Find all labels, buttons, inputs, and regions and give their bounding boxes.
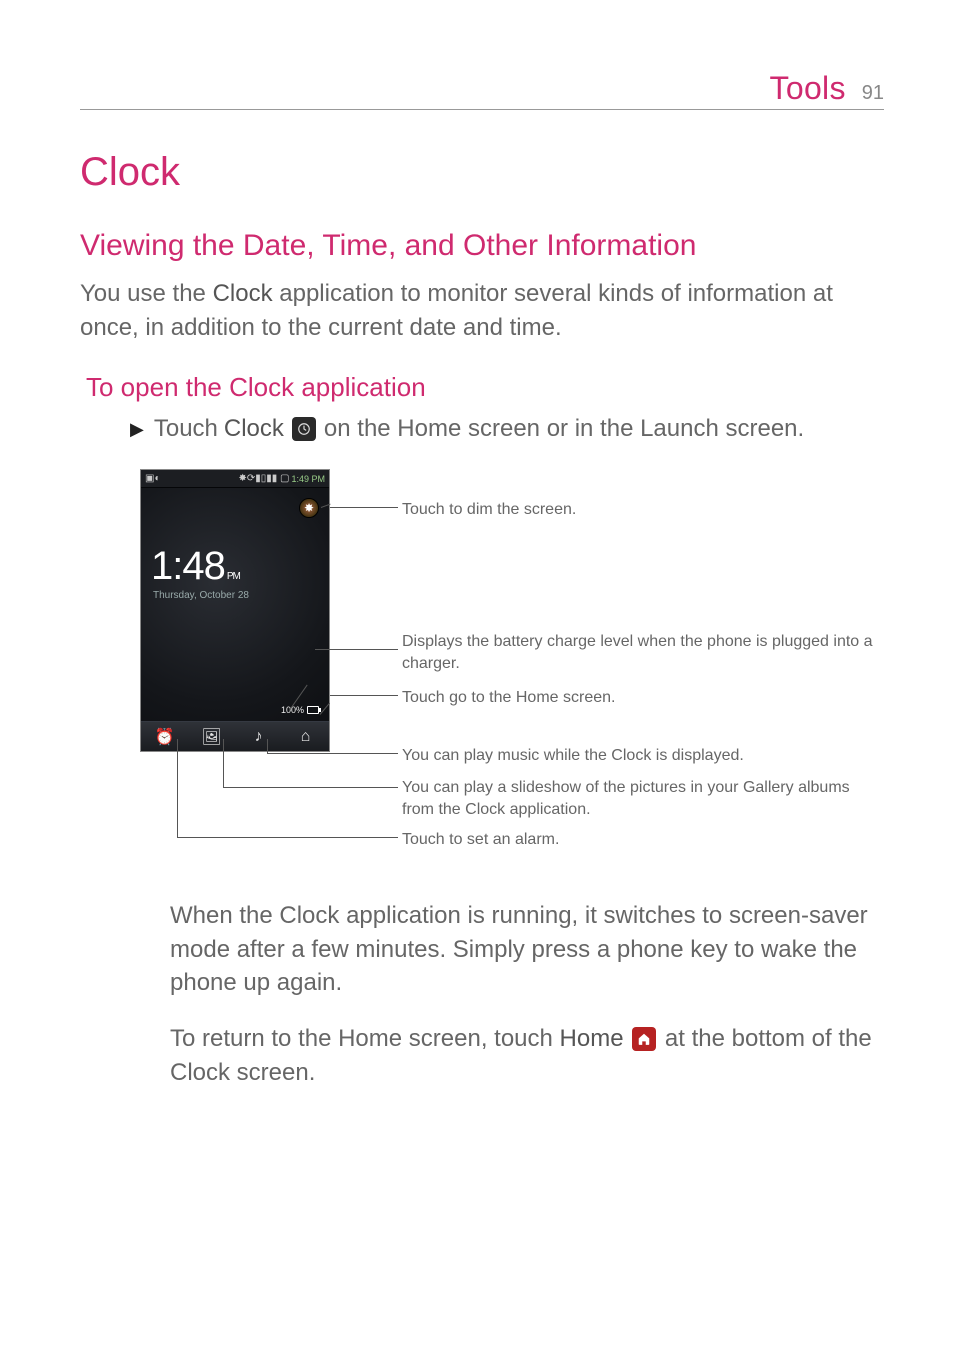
leader-line: [330, 507, 398, 508]
home-icon[interactable]: ⌂: [295, 728, 317, 746]
callout-dim: Touch to dim the screen.: [402, 499, 576, 521]
paragraph-return-home: To return to the Home screen, touch Home…: [170, 1022, 874, 1089]
leader-line: [223, 739, 224, 787]
clock-date: Thursday, October 28: [153, 590, 249, 601]
dim-button[interactable]: ✸: [299, 498, 319, 518]
page-title: Clock: [80, 150, 884, 195]
leader-line: [267, 753, 398, 754]
page-number: 91: [862, 82, 884, 105]
leader-line: [223, 787, 398, 788]
subheading: Viewing the Date, Time, and Other Inform…: [80, 229, 884, 263]
leader-line: [267, 739, 268, 753]
leader-line: [315, 649, 398, 650]
status-right-icons: ✸⟳▮▯▮▮ ▢ 1:49 PM: [238, 473, 325, 484]
para2-a: To return to the Home screen, touch: [170, 1025, 560, 1052]
leader-line: [177, 837, 398, 838]
step-bold-clock: Clock: [224, 415, 284, 443]
callout-alarm: Touch to set an alarm.: [402, 829, 559, 851]
leader-line: [177, 739, 178, 837]
plug-icon: [307, 706, 319, 714]
callout-music: You can play music while the Clock is di…: [402, 745, 744, 767]
clock-time: 1:48PM: [151, 544, 240, 589]
intro-paragraph: You use the Clock application to monitor…: [80, 277, 884, 344]
charge-indicator: 100%: [281, 705, 319, 715]
section-title: Tools: [770, 70, 846, 107]
leader-line: [330, 695, 398, 696]
alarm-icon[interactable]: ⏰: [154, 727, 176, 747]
callout-slideshow: You can play a slideshow of the pictures…: [402, 777, 882, 820]
step-heading: To open the Clock application: [86, 372, 884, 403]
clock-icon: [292, 417, 316, 441]
status-glyphs: ✸⟳▮▯▮▮ ▢: [238, 473, 289, 484]
slideshow-icon[interactable]: 🖼: [201, 727, 223, 747]
callout-battery: Displays the battery charge level when t…: [402, 631, 882, 674]
paragraph-screensaver: When the Clock application is running, i…: [170, 899, 874, 1000]
dock-bar: ⏰ 🖼 ♪ ⌂: [141, 721, 329, 751]
callout-home: Touch go to the Home screen.: [402, 687, 615, 709]
step-row: ▶ Touch Clock on the Home screen or in t…: [130, 415, 884, 443]
clock-bold: Clock: [213, 280, 273, 307]
status-time: 1:49 PM: [291, 474, 325, 484]
status-bar: ▣◐ ✸⟳▮▯▮▮ ▢ 1:49 PM: [141, 470, 329, 488]
home-button-icon: [632, 1027, 656, 1051]
para2-bold-home: Home: [560, 1025, 624, 1052]
clock-ampm: PM: [227, 571, 240, 582]
screenshot-area: ▣◐ ✸⟳▮▯▮▮ ▢ 1:49 PM ✸ 1:48PM Thursday, O…: [140, 469, 884, 869]
step-prefix: Touch: [154, 415, 218, 443]
bullet-triangle-icon: ▶: [130, 419, 144, 440]
step-suffix: on the Home screen or in the Launch scre…: [324, 415, 804, 443]
clock-time-value: 1:48: [151, 544, 225, 588]
page-header: Tools 91: [80, 70, 884, 110]
intro-pre: You use the: [80, 280, 213, 307]
status-left-icons: ▣◐: [145, 473, 161, 484]
device-screenshot: ▣◐ ✸⟳▮▯▮▮ ▢ 1:49 PM ✸ 1:48PM Thursday, O…: [140, 469, 330, 752]
